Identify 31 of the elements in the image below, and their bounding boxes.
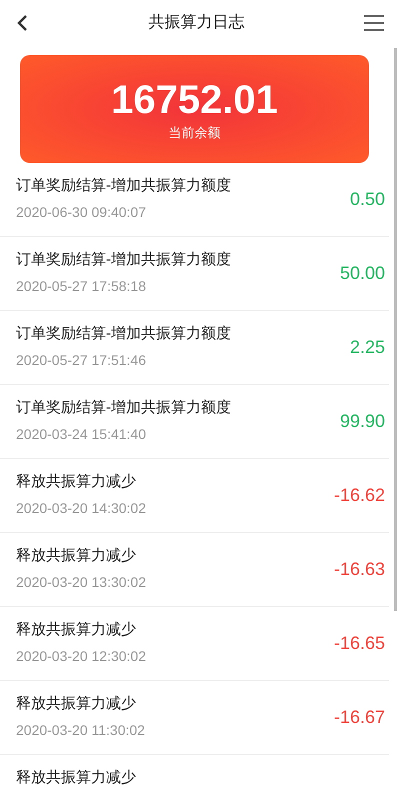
record-time: 2020-03-20 11:30:02 xyxy=(16,721,145,740)
record-title: 订单奖励结算-增加共振算力额度 xyxy=(16,324,231,344)
record-time: 2020-03-20 12:30:02 xyxy=(16,647,146,666)
balance-label: 当前余额 xyxy=(168,124,220,142)
record-title: 释放共振算力减少 xyxy=(16,620,137,640)
record-time: 2020-05-27 17:51:46 xyxy=(16,351,147,370)
record-title: 释放共振算力减少 xyxy=(16,546,137,566)
record-title: 订单奖励结算-增加共振算力额度 xyxy=(16,398,231,418)
record-amount: -16.62 xyxy=(334,484,385,507)
balance-amount: 16752.01 xyxy=(111,77,278,124)
record-time: 2020-03-24 15:41:40 xyxy=(16,425,147,444)
record-amount: 2.25 xyxy=(350,336,385,359)
record-title: 释放共振算力减少 xyxy=(16,472,137,492)
record-title: 释放共振算力减少 xyxy=(16,694,137,714)
record-amount: 50.00 xyxy=(340,262,385,285)
record-title: 订单奖励结算-增加共振算力额度 xyxy=(16,176,231,196)
record-time: 2020-03-20 14:30:02 xyxy=(16,499,146,518)
record-time: 2020-05-27 17:58:18 xyxy=(16,277,147,296)
record-title: 订单奖励结算-增加共振算力额度 xyxy=(16,250,231,270)
record-amount: 99.90 xyxy=(340,410,385,433)
record-time: 2020-03-20 13:30:02 xyxy=(16,573,146,592)
record-title: 释放共振算力减少 xyxy=(16,768,136,788)
record-amount: 0.50 xyxy=(350,188,385,211)
record-amount: -16.67 xyxy=(334,706,385,729)
record-amount: -16.65 xyxy=(334,632,385,655)
record-time: 2020-06-30 09:40:07 xyxy=(16,203,147,222)
record-amount: -16.63 xyxy=(334,558,385,581)
scrollbar-thumb[interactable] xyxy=(394,48,396,611)
page-title: 共振算力日志 xyxy=(148,12,244,33)
back-icon[interactable] xyxy=(16,13,30,33)
menu-icon[interactable] xyxy=(363,14,385,32)
